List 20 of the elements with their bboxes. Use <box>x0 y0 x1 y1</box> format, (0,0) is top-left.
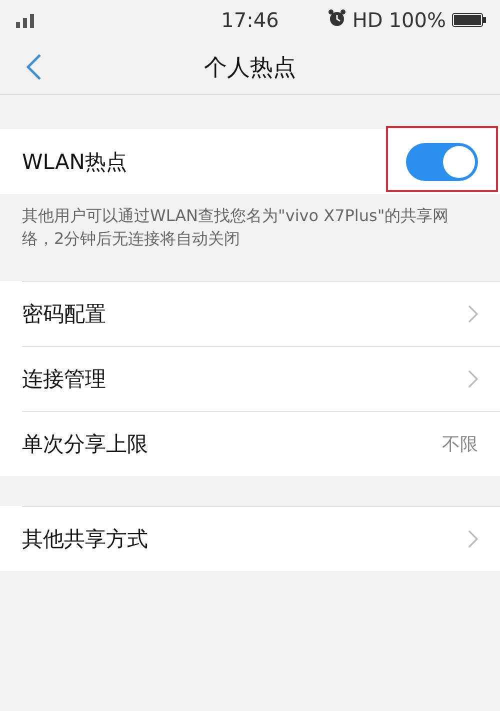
battery-level: 100% <box>388 8 446 32</box>
hotspot-label: WLAN热点 <box>22 148 128 176</box>
chevron-right-icon <box>468 370 478 388</box>
network-label: HD <box>352 8 383 32</box>
battery-icon <box>452 13 486 27</box>
chevron-right-icon <box>468 305 478 323</box>
chevron-right-icon <box>468 530 478 548</box>
settings-row[interactable]: 密码配置 <box>22 281 500 346</box>
status-time: 17:46 <box>221 8 279 32</box>
row-label: 密码配置 <box>22 301 106 328</box>
row-label: 其他共享方式 <box>22 526 148 553</box>
row-label: 单次分享上限 <box>22 431 148 458</box>
settings-row[interactable]: 连接管理 <box>22 346 500 411</box>
toggle-switch[interactable] <box>406 142 478 180</box>
back-icon[interactable] <box>26 54 42 80</box>
settings-row[interactable]: 单次分享上限 不限 <box>22 411 500 476</box>
row-label: 连接管理 <box>22 366 106 393</box>
hotspot-description: 其他用户可以通过WLAN查找您名为"vivo X7Plus"的共享网络，2分钟后无连接将自动关闭 <box>22 206 449 248</box>
page-title: 个人热点 <box>204 54 296 80</box>
row-value: 不限 <box>442 433 478 456</box>
